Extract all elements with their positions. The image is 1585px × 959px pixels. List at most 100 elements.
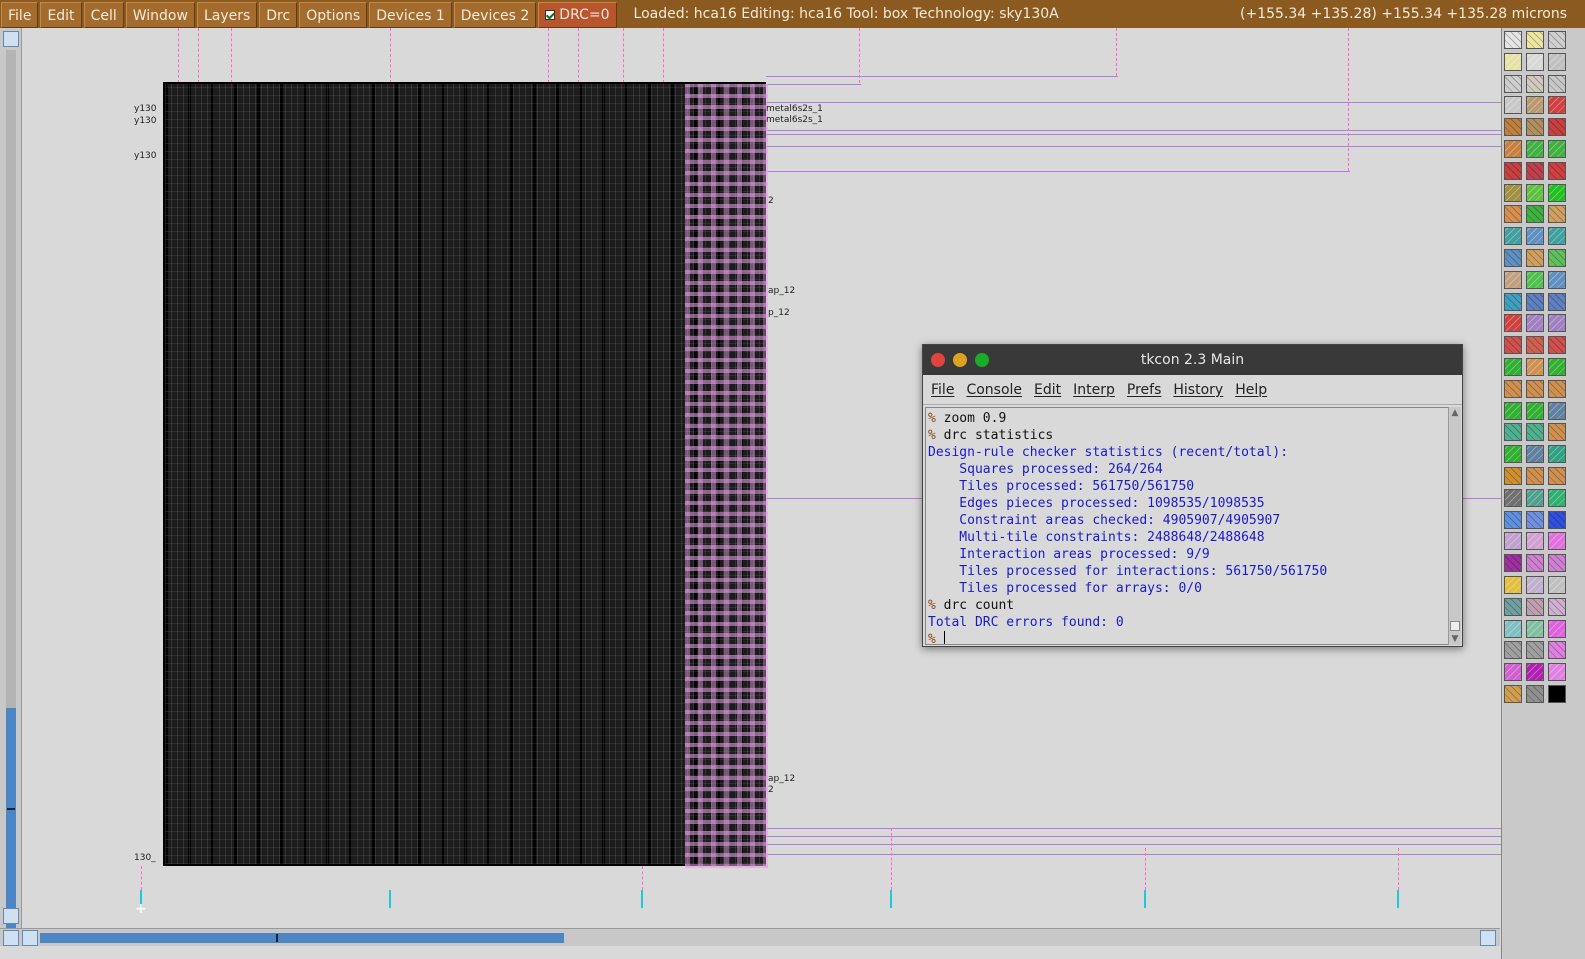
layer-swatch[interactable] xyxy=(1526,467,1544,485)
layer-swatch[interactable] xyxy=(1526,52,1544,71)
layer-swatch[interactable] xyxy=(1504,379,1522,398)
layer-swatch[interactable] xyxy=(1548,554,1566,573)
menu-file[interactable]: File xyxy=(1,1,39,28)
layer-swatch[interactable] xyxy=(1548,161,1566,180)
layout-cell-array[interactable] xyxy=(163,82,768,868)
layer-swatch[interactable] xyxy=(1548,488,1566,507)
console-output[interactable]: % zoom 0.9% drc statistics Design-rule ch… xyxy=(925,407,1449,645)
layer-swatch[interactable] xyxy=(1548,183,1566,202)
layer-swatch[interactable] xyxy=(1504,663,1522,682)
layer-swatch[interactable] xyxy=(1548,685,1566,703)
layer-swatch[interactable] xyxy=(1526,314,1544,333)
layer-swatch[interactable] xyxy=(1548,597,1566,616)
layer-swatch[interactable] xyxy=(1526,96,1544,115)
layer-swatch[interactable] xyxy=(1548,249,1566,267)
layer-swatch[interactable] xyxy=(1526,292,1544,311)
menu-window[interactable]: Window xyxy=(125,1,195,28)
layer-swatch[interactable] xyxy=(1526,445,1544,464)
chevron-up-icon[interactable]: ▲ xyxy=(1449,407,1461,419)
layer-swatch[interactable] xyxy=(1526,140,1544,158)
layer-swatch[interactable] xyxy=(1504,52,1522,71)
menu-devices-2[interactable]: Devices 2 xyxy=(453,1,537,28)
tkcon-menu-history[interactable]: History xyxy=(1167,382,1229,398)
layer-swatch[interactable] xyxy=(1504,445,1522,464)
layer-swatch[interactable] xyxy=(1504,619,1522,638)
layer-swatch[interactable] xyxy=(1526,249,1544,267)
layer-swatch[interactable] xyxy=(1548,227,1566,246)
layer-swatch[interactable] xyxy=(1548,205,1566,224)
layer-swatch[interactable] xyxy=(1526,641,1544,660)
scroll-right-button[interactable] xyxy=(1480,930,1496,946)
layer-swatch[interactable] xyxy=(1548,292,1566,311)
layer-swatch[interactable] xyxy=(1526,31,1544,49)
layer-swatch[interactable] xyxy=(1526,597,1544,616)
layer-swatch[interactable] xyxy=(1504,118,1522,137)
layer-swatch[interactable] xyxy=(1548,31,1566,49)
layer-swatch[interactable] xyxy=(1504,31,1522,49)
layer-swatch[interactable] xyxy=(1526,183,1544,202)
layer-swatch[interactable] xyxy=(1526,74,1544,93)
layer-swatch[interactable] xyxy=(1526,336,1544,355)
layer-swatch[interactable] xyxy=(1504,685,1522,703)
layer-swatch[interactable] xyxy=(1504,488,1522,507)
layer-swatch[interactable] xyxy=(1504,292,1522,311)
vertical-scrollbar[interactable] xyxy=(0,28,22,928)
layer-swatch[interactable] xyxy=(1504,270,1522,289)
tkcon-menu-edit[interactable]: Edit xyxy=(1028,382,1067,398)
layer-swatch[interactable] xyxy=(1548,576,1566,594)
console-input-line[interactable]: % xyxy=(928,631,1448,644)
layer-swatch[interactable] xyxy=(1526,227,1544,246)
layer-swatch[interactable] xyxy=(1504,554,1522,573)
layer-swatch[interactable] xyxy=(1548,663,1566,682)
layer-swatch[interactable] xyxy=(1548,118,1566,137)
layer-swatch[interactable] xyxy=(1504,467,1522,485)
layer-swatch[interactable] xyxy=(1526,423,1544,442)
menu-devices-1[interactable]: Devices 1 xyxy=(369,1,452,28)
layer-swatch[interactable] xyxy=(1526,532,1544,551)
layer-swatch[interactable] xyxy=(1526,118,1544,137)
layer-swatch[interactable] xyxy=(1548,74,1566,93)
layer-swatch[interactable] xyxy=(1526,619,1544,638)
layer-swatch[interactable] xyxy=(1504,336,1522,355)
layer-swatch[interactable] xyxy=(1548,619,1566,638)
layer-swatch[interactable] xyxy=(1548,510,1566,529)
scroll-up-button[interactable] xyxy=(3,31,19,47)
layer-swatch[interactable] xyxy=(1504,74,1522,93)
layer-swatch[interactable] xyxy=(1526,270,1544,289)
horizontal-scrollbar[interactable] xyxy=(0,928,1500,946)
layer-swatch[interactable] xyxy=(1548,641,1566,660)
layer-swatch[interactable] xyxy=(1504,576,1522,594)
layer-swatch[interactable] xyxy=(1526,379,1544,398)
layer-swatch[interactable] xyxy=(1504,401,1522,420)
layer-swatch[interactable] xyxy=(1548,52,1566,71)
tkcon-menu-help[interactable]: Help xyxy=(1229,382,1273,398)
layer-swatch[interactable] xyxy=(1526,488,1544,507)
layer-swatch[interactable] xyxy=(1504,641,1522,660)
layer-swatch[interactable] xyxy=(1504,532,1522,551)
layer-swatch[interactable] xyxy=(1526,358,1544,376)
layer-swatch[interactable] xyxy=(1526,401,1544,420)
layer-swatch[interactable] xyxy=(1526,205,1544,224)
tkcon-titlebar[interactable]: tkcon 2.3 Main xyxy=(923,345,1462,375)
drc-toggle[interactable]: DRC=0 xyxy=(538,1,617,28)
layer-swatch[interactable] xyxy=(1548,379,1566,398)
layer-swatch[interactable] xyxy=(1548,140,1566,158)
layer-swatch[interactable] xyxy=(1504,140,1522,158)
layer-swatch[interactable] xyxy=(1548,445,1566,464)
layer-swatch[interactable] xyxy=(1548,532,1566,551)
layer-swatch[interactable] xyxy=(1548,270,1566,289)
layer-swatch[interactable] xyxy=(1526,576,1544,594)
layer-swatch[interactable] xyxy=(1526,554,1544,573)
scroll-left-button[interactable] xyxy=(22,930,38,946)
layer-swatch[interactable] xyxy=(1548,336,1566,355)
layer-swatch[interactable] xyxy=(1504,314,1522,333)
layer-swatch[interactable] xyxy=(1548,314,1566,333)
menu-drc[interactable]: Drc xyxy=(259,1,298,28)
layer-swatch[interactable] xyxy=(1504,597,1522,616)
layer-swatch[interactable] xyxy=(1526,510,1544,529)
drc-checkbox-icon[interactable] xyxy=(545,9,556,20)
layer-swatch[interactable] xyxy=(1526,663,1544,682)
tkcon-menu-console[interactable]: Console xyxy=(960,382,1028,398)
console-scroll-thumb[interactable] xyxy=(1450,621,1460,631)
layer-swatch[interactable] xyxy=(1548,467,1566,485)
